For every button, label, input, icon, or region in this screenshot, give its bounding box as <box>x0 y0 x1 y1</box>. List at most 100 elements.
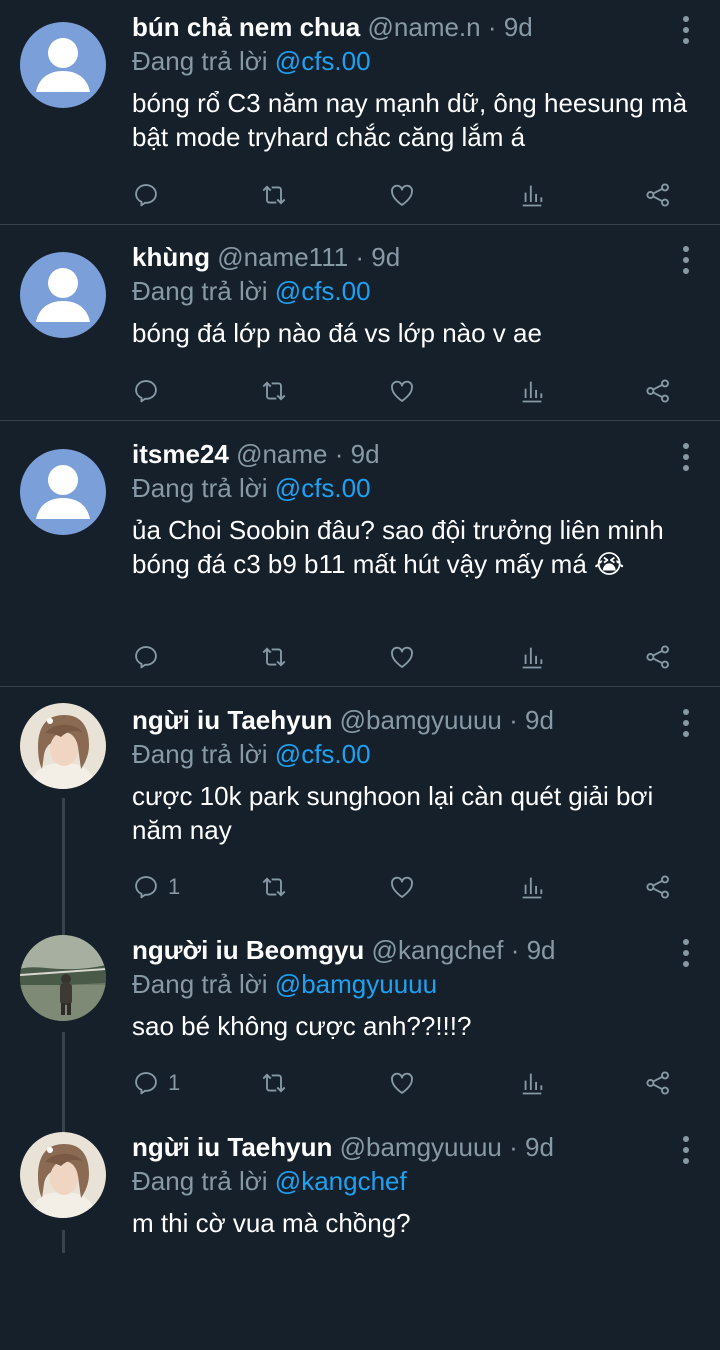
tweet-time: · 9d <box>509 705 554 735</box>
avatar[interactable] <box>20 1132 106 1218</box>
display-name[interactable]: ngừi iu Taehyun <box>132 1132 332 1162</box>
replying-to: Đang trả lời @cfs.00 <box>132 737 371 771</box>
stats-icon <box>518 377 546 405</box>
display-name[interactable]: itsme24 <box>132 439 229 469</box>
replying-label: Đang trả lời <box>132 969 268 999</box>
tweet-actions <box>132 640 692 674</box>
more-options-icon[interactable] <box>682 16 690 46</box>
tweet-divider <box>0 420 720 421</box>
retweet-button[interactable] <box>260 374 288 408</box>
share-button[interactable] <box>644 178 672 212</box>
tweet-time: · 9d <box>510 935 556 965</box>
share-icon <box>644 377 672 405</box>
retweet-button[interactable] <box>260 870 288 904</box>
replying-to: Đang trả lời @cfs.00 <box>132 471 371 505</box>
reply-button[interactable]: 1 <box>132 1066 180 1100</box>
like-button[interactable] <box>388 178 416 212</box>
tweet-time: · 9d <box>355 242 401 272</box>
more-options-icon[interactable] <box>682 443 690 473</box>
user-handle[interactable]: @name111 <box>217 242 348 272</box>
reply-button[interactable] <box>132 640 168 674</box>
retweet-icon <box>260 643 288 671</box>
retweet-icon <box>260 873 288 901</box>
stats-button[interactable] <box>518 1066 546 1100</box>
share-icon <box>644 181 672 209</box>
stats-button[interactable] <box>518 374 546 408</box>
user-handle[interactable]: @name.n <box>368 12 481 42</box>
retweet-icon <box>260 377 288 405</box>
replying-label: Đang trả lời <box>132 739 268 769</box>
replying-to-link[interactable]: @cfs.00 <box>275 473 371 503</box>
retweet-button[interactable] <box>260 178 288 212</box>
like-icon <box>388 873 416 901</box>
tweet[interactable]: ngừi iu Taehyun @bamgyuuuu · 9d Đang trả … <box>0 1120 720 1350</box>
replying-to-link[interactable]: @bamgyuuuu <box>275 969 437 999</box>
tweet-divider <box>0 686 720 687</box>
tweet-text: bóng rổ C3 năm nay mạnh dữ, ông heesung … <box>132 88 688 152</box>
tweet-time: · 9d <box>509 1132 554 1162</box>
user-handle[interactable]: @bamgyuuuu <box>340 705 502 735</box>
display-name[interactable]: người iu Beomgyu <box>132 935 364 965</box>
share-button[interactable] <box>644 1066 672 1100</box>
share-button[interactable] <box>644 870 672 904</box>
replying-to-link[interactable]: @cfs.00 <box>275 276 371 306</box>
replying-to-link[interactable]: @cfs.00 <box>275 739 371 769</box>
replying-to: Đang trả lời @cfs.00 <box>132 44 371 78</box>
avatar[interactable] <box>20 252 106 338</box>
stats-button[interactable] <box>518 640 546 674</box>
replying-to-link[interactable]: @cfs.00 <box>275 46 371 76</box>
tweet[interactable]: khùng @name111 · 9d Đang trả lời @cfs.00 b… <box>0 230 720 460</box>
more-options-icon[interactable] <box>682 939 690 969</box>
stats-icon <box>518 181 546 209</box>
reply-button[interactable] <box>132 178 168 212</box>
tweet-header: ngừi iu Taehyun @bamgyuuuu · 9d <box>132 1130 554 1164</box>
reply-button[interactable] <box>132 374 168 408</box>
retweet-button[interactable] <box>260 640 288 674</box>
stats-button[interactable] <box>518 178 546 212</box>
more-options-icon[interactable] <box>682 709 690 739</box>
like-button[interactable] <box>388 374 416 408</box>
like-icon <box>388 643 416 671</box>
display-name[interactable]: bún chả nem chua <box>132 12 360 42</box>
replying-label: Đang trả lời <box>132 46 268 76</box>
share-button[interactable] <box>644 640 672 674</box>
user-handle[interactable]: @kangchef <box>372 935 504 965</box>
share-icon <box>644 643 672 671</box>
like-button[interactable] <box>388 640 416 674</box>
replying-label: Đang trả lời <box>132 473 268 503</box>
tweet-header: itsme24 @name · 9d <box>132 437 380 471</box>
replying-to: Đang trả lời @bamgyuuuu <box>132 967 437 1001</box>
replying-to-link[interactable]: @kangchef <box>275 1166 407 1196</box>
user-handle[interactable]: @bamgyuuuu <box>340 1132 502 1162</box>
tweet[interactable]: itsme24 @name · 9d Đang trả lời @cfs.00 ủa… <box>0 427 720 657</box>
stats-button[interactable] <box>518 870 546 904</box>
display-name[interactable]: khùng <box>132 242 210 272</box>
like-button[interactable] <box>388 1066 416 1100</box>
replying-to: Đang trả lời @cfs.00 <box>132 274 371 308</box>
reply-icon <box>132 377 160 405</box>
reply-button[interactable]: 1 <box>132 870 180 904</box>
user-handle[interactable]: @name <box>236 439 327 469</box>
more-options-icon[interactable] <box>682 1136 690 1166</box>
tweet-header: bún chả nem chua @name.n · 9d <box>132 10 533 44</box>
avatar[interactable] <box>20 22 106 108</box>
tweet-time: · 9d <box>334 439 380 469</box>
tweet-time: · 9d <box>487 12 533 42</box>
avatar[interactable] <box>20 449 106 535</box>
tweet-actions <box>132 374 692 408</box>
like-button[interactable] <box>388 870 416 904</box>
avatar[interactable] <box>20 703 106 789</box>
stats-icon <box>518 643 546 671</box>
share-button[interactable] <box>644 374 672 408</box>
tweet-text: cược 10k park sunghoon lại càn quét giải… <box>132 781 654 845</box>
tweet[interactable]: người iu Beomgyu @kangchef · 9d Đang trả … <box>0 923 720 1153</box>
tweet-header: người iu Beomgyu @kangchef · 9d <box>132 933 556 967</box>
tweet-actions <box>132 178 692 212</box>
like-icon <box>388 181 416 209</box>
avatar[interactable] <box>20 935 106 1021</box>
tweet-header: ngừi iu Taehyun @bamgyuuuu · 9d <box>132 703 554 737</box>
more-options-icon[interactable] <box>682 246 690 276</box>
reply-icon <box>132 181 160 209</box>
display-name[interactable]: ngừi iu Taehyun <box>132 705 332 735</box>
retweet-button[interactable] <box>260 1066 288 1100</box>
